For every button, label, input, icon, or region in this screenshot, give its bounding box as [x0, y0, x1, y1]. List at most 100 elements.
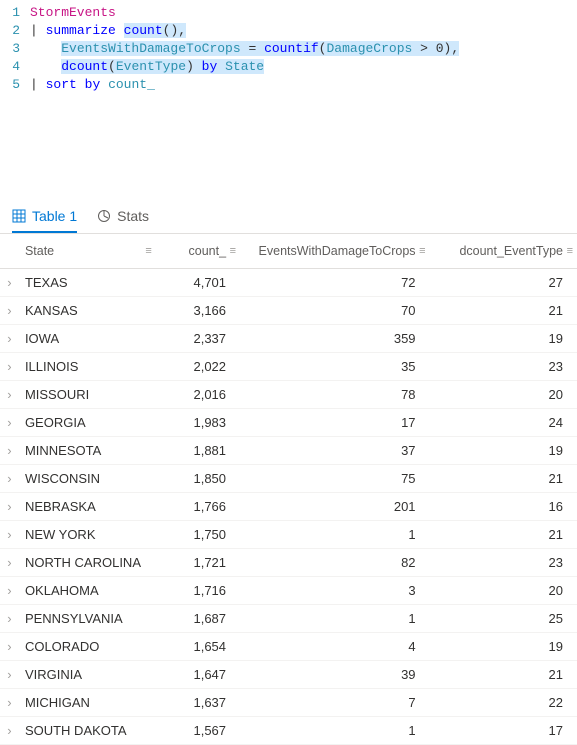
tab-label: Table 1 [32, 208, 77, 224]
token-keyword: summarize [46, 23, 116, 38]
row-expander-icon[interactable]: › [0, 633, 19, 661]
table-row[interactable]: ›PENNSYLVANIA1,687125 [0, 605, 577, 633]
cell-count: 1,750 [156, 521, 240, 549]
token-column: EventType [116, 59, 186, 74]
token-keyword: sort [46, 77, 77, 92]
row-expander-icon[interactable]: › [0, 381, 19, 409]
cell-crops: 1 [240, 521, 430, 549]
cell-dcount: 19 [430, 633, 577, 661]
row-expander-icon[interactable]: › [0, 409, 19, 437]
column-menu-icon[interactable]: ≡ [230, 245, 236, 257]
results-table: State ≡ count_ ≡ EventsWithDamageToCrops… [0, 234, 577, 745]
code-line-3[interactable]: EventsWithDamageToCrops = countif(Damage… [30, 40, 577, 58]
table-body: ›TEXAS4,7017227›KANSAS3,1667021›IOWA2,33… [0, 269, 577, 745]
table-row[interactable]: ›NEW YORK1,750121 [0, 521, 577, 549]
table-row[interactable]: ›MISSOURI2,0167820 [0, 381, 577, 409]
cell-count: 2,016 [156, 381, 240, 409]
table-row[interactable]: ›MINNESOTA1,8813719 [0, 437, 577, 465]
header-label: count_ [189, 244, 227, 258]
row-expander-icon[interactable]: › [0, 353, 19, 381]
token-function: count [124, 23, 163, 38]
header-label: State [25, 244, 54, 258]
header-state[interactable]: State ≡ [19, 234, 156, 269]
code-line-4[interactable]: dcount(EventType) by State [30, 58, 577, 76]
cell-count: 1,721 [156, 549, 240, 577]
row-expander-icon[interactable]: › [0, 605, 19, 633]
cell-crops: 201 [240, 493, 430, 521]
table-row[interactable]: ›KANSAS3,1667021 [0, 297, 577, 325]
table-row[interactable]: ›VIRGINIA1,6473921 [0, 661, 577, 689]
code-line-1[interactable]: StormEvents [30, 4, 577, 22]
cell-dcount: 23 [430, 549, 577, 577]
cell-count: 1,647 [156, 661, 240, 689]
cell-dcount: 19 [430, 437, 577, 465]
cell-state: NEW YORK [19, 521, 156, 549]
table-row[interactable]: ›NORTH CAROLINA1,7218223 [0, 549, 577, 577]
row-expander-icon[interactable]: › [0, 465, 19, 493]
token-keyword: by [77, 77, 108, 92]
token-comma: , [178, 23, 186, 38]
column-menu-icon[interactable]: ≡ [567, 245, 573, 257]
code-content[interactable]: StormEvents| summarize count(), EventsWi… [30, 4, 577, 94]
cell-count: 4,701 [156, 269, 240, 297]
header-crops[interactable]: EventsWithDamageToCrops ≡ [240, 234, 430, 269]
header-count[interactable]: count_ ≡ [156, 234, 240, 269]
cell-count: 1,850 [156, 465, 240, 493]
row-expander-icon[interactable]: › [0, 269, 19, 297]
tab-table[interactable]: Table 1 [12, 200, 77, 233]
cell-crops: 72 [240, 269, 430, 297]
token-column: count_ [108, 77, 155, 92]
header-label: dcount_EventType [459, 244, 563, 258]
cell-dcount: 25 [430, 605, 577, 633]
row-expander-icon[interactable]: › [0, 493, 19, 521]
table-row[interactable]: ›TEXAS4,7017227 [0, 269, 577, 297]
table-row[interactable]: ›COLORADO1,654419 [0, 633, 577, 661]
token-keyword: by [194, 59, 225, 74]
cell-state: WISCONSIN [19, 465, 156, 493]
header-expander [0, 234, 19, 269]
row-expander-icon[interactable]: › [0, 521, 19, 549]
table-header-row: State ≡ count_ ≡ EventsWithDamageToCrops… [0, 234, 577, 269]
cell-count: 1,567 [156, 717, 240, 745]
table-row[interactable]: ›IOWA2,33735919 [0, 325, 577, 353]
token-function: dcount [61, 59, 108, 74]
table-row[interactable]: ›OKLAHOMA1,716320 [0, 577, 577, 605]
table-row[interactable]: ›GEORGIA1,9831724 [0, 409, 577, 437]
row-expander-icon[interactable]: › [0, 437, 19, 465]
code-line-2[interactable]: | summarize count(), [30, 22, 577, 40]
table-row[interactable]: ›ILLINOIS2,0223523 [0, 353, 577, 381]
token-operator: > [412, 41, 435, 56]
cell-crops: 17 [240, 409, 430, 437]
column-menu-icon[interactable]: ≡ [145, 245, 151, 257]
cell-state: KANSAS [19, 297, 156, 325]
tab-stats[interactable]: Stats [97, 200, 149, 233]
row-expander-icon[interactable]: › [0, 717, 19, 745]
cell-count: 3,166 [156, 297, 240, 325]
table-icon [12, 209, 26, 223]
table-row[interactable]: ›SOUTH DAKOTA1,567117 [0, 717, 577, 745]
cell-state: COLORADO [19, 633, 156, 661]
cell-dcount: 20 [430, 381, 577, 409]
row-expander-icon[interactable]: › [0, 661, 19, 689]
header-dcount[interactable]: dcount_EventType ≡ [430, 234, 577, 269]
line-number: 3 [0, 40, 20, 58]
cell-count: 1,687 [156, 605, 240, 633]
code-editor[interactable]: 1 2 3 4 5 StormEvents| summarize count()… [0, 0, 577, 105]
cell-count: 1,766 [156, 493, 240, 521]
column-menu-icon[interactable]: ≡ [419, 245, 425, 257]
row-expander-icon[interactable]: › [0, 297, 19, 325]
row-expander-icon[interactable]: › [0, 549, 19, 577]
table-row[interactable]: ›NEBRASKA1,76620116 [0, 493, 577, 521]
cell-crops: 75 [240, 465, 430, 493]
cell-state: MISSOURI [19, 381, 156, 409]
line-gutter: 1 2 3 4 5 [0, 4, 30, 94]
spacer [0, 105, 577, 200]
cell-crops: 37 [240, 437, 430, 465]
header-label: EventsWithDamageToCrops [259, 244, 416, 258]
row-expander-icon[interactable]: › [0, 325, 19, 353]
tab-label: Stats [117, 208, 149, 224]
table-row[interactable]: ›WISCONSIN1,8507521 [0, 465, 577, 493]
token-alias: EventsWithDamageToCrops [61, 41, 240, 56]
row-expander-icon[interactable]: › [0, 577, 19, 605]
code-line-5[interactable]: | sort by count_ [30, 76, 577, 94]
